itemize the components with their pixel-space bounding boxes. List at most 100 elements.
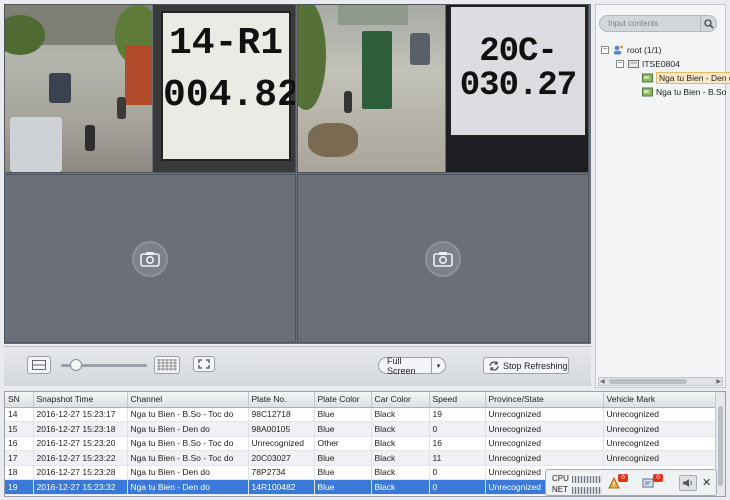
- column-header[interactable]: Channel: [127, 392, 249, 408]
- table-row[interactable]: 14 2016-12-27 15:23:17 Nga tu Bien - B.So …: [5, 407, 717, 422]
- video-cell-1[interactable]: 14-R1 004.82: [4, 4, 296, 173]
- tree-node-root[interactable]: − root (1/1): [601, 43, 662, 57]
- column-header[interactable]: SN: [5, 392, 34, 408]
- search-button[interactable]: [700, 15, 717, 32]
- table-cell: Nga tu Bien - B.So - Toc do: [127, 407, 249, 422]
- search-input[interactable]: Input contents: [599, 15, 701, 32]
- column-header[interactable]: Car Color: [371, 392, 430, 408]
- column-header[interactable]: Plate No.: [248, 392, 315, 408]
- window-count-slider-handle[interactable]: [70, 359, 82, 371]
- table-cell: 2016-12-27 15:23:20: [33, 436, 128, 451]
- single-window-icon: [32, 360, 46, 370]
- organization-icon: [614, 45, 623, 55]
- column-header[interactable]: Vehicle Mark: [603, 392, 717, 408]
- expand-button[interactable]: [193, 356, 215, 372]
- table-cell: Black: [371, 479, 430, 495]
- tree-node-channel-2[interactable]: Nga tu Bien - B.So: [642, 85, 726, 99]
- plate-line-1: 14-R1: [168, 22, 284, 65]
- table-cell: 19: [5, 479, 34, 495]
- collapse-toggle[interactable]: −: [601, 46, 609, 54]
- search-icon: [703, 18, 714, 29]
- scrollbar-thumb[interactable]: [718, 406, 723, 486]
- table-cell: 2016-12-27 15:23:28: [33, 465, 128, 480]
- table-cell: 2016-12-27 15:23:18: [33, 421, 128, 437]
- tree-node-label: Nga tu Bien - B.So: [656, 87, 727, 97]
- device-icon: [628, 60, 639, 68]
- table-cell: 16: [429, 436, 486, 451]
- video-cell-4[interactable]: [297, 174, 589, 343]
- alarm-count-badge: 0: [618, 474, 628, 482]
- refresh-icon: [489, 360, 499, 371]
- table-cell: Unrecognized: [603, 436, 717, 451]
- channel-camera-icon: [642, 87, 653, 97]
- table-cell: Nga tu Bien - Den do: [127, 479, 249, 495]
- horizontal-scrollbar[interactable]: ◀ ▶: [598, 377, 723, 386]
- table-cell: Nga tu Bien - Den do: [127, 465, 249, 480]
- table-cell: Unrecognized: [485, 421, 604, 437]
- grid-layout-button[interactable]: [154, 356, 180, 374]
- license-plate: 14-R1 004.82: [161, 11, 295, 161]
- column-header[interactable]: Province/State: [485, 392, 604, 408]
- table-cell: Blue: [314, 450, 372, 466]
- video-toolbar: Full Screen ▾ Stop Refreshing: [4, 346, 591, 386]
- full-screen-button[interactable]: Full Screen ▾: [378, 356, 446, 376]
- channel-camera-icon: [642, 73, 653, 83]
- table-cell: 2016-12-27 15:23:22: [33, 450, 128, 466]
- chevron-down-icon[interactable]: ▾: [431, 358, 445, 373]
- camera-icon[interactable]: [425, 240, 461, 277]
- video-cell-2[interactable]: 20C-030.27: [297, 4, 589, 173]
- table-cell: 17: [5, 450, 34, 466]
- message-count-badge: 0: [653, 474, 663, 482]
- tree-node-label: Nga tu Bien - Den do: [656, 72, 730, 84]
- table-cell: Black: [371, 450, 430, 466]
- column-header[interactable]: Snapshot Time: [33, 392, 128, 408]
- table-cell: Other: [314, 436, 372, 451]
- speaker-button[interactable]: [679, 475, 697, 491]
- table-cell: 0: [429, 479, 486, 495]
- table-cell: Unrecognized: [603, 450, 717, 466]
- table-cell: 16: [5, 436, 34, 451]
- table-cell: 0: [429, 421, 486, 437]
- scrollbar-thumb[interactable]: [609, 379, 687, 384]
- license-plate: 20C-030.27: [449, 5, 587, 137]
- table-cell: 18: [5, 465, 34, 480]
- camera-icon[interactable]: [132, 240, 168, 277]
- table-cell: Unrecognized: [603, 407, 717, 422]
- table-cell: Black: [371, 421, 430, 437]
- table-cell: 78P2734: [248, 465, 315, 480]
- table-cell: Unrecognized: [248, 436, 315, 451]
- table-cell: 2016-12-27 15:23:32: [33, 479, 128, 495]
- table-cell: Blue: [314, 421, 372, 437]
- table-cell: Nga tu Bien - B.So - Toc do: [127, 450, 249, 466]
- tree-node-label: ITSE0804: [642, 59, 680, 69]
- single-window-button[interactable]: [27, 356, 51, 374]
- table-cell: 11: [429, 450, 486, 466]
- table-cell: Blue: [314, 465, 372, 480]
- stop-refreshing-button[interactable]: Stop Refreshing: [483, 357, 569, 374]
- scroll-right-icon[interactable]: ▶: [716, 378, 721, 385]
- video-grid: 14-R1 004.82 20C-030.27: [4, 4, 591, 344]
- table-cell: 14: [5, 407, 34, 422]
- video-cell-3[interactable]: [4, 174, 296, 343]
- collapse-toggle[interactable]: −: [616, 60, 624, 68]
- close-icon[interactable]: ✕: [702, 476, 711, 489]
- system-status-widget: CPU NET 0 0 ✕: [545, 469, 717, 496]
- table-row[interactable]: 16 2016-12-27 15:23:20 Nga tu Bien - B.So …: [5, 436, 717, 451]
- column-header[interactable]: Plate Color: [314, 392, 372, 408]
- table-cell: Blue: [314, 407, 372, 422]
- table-cell: Nga tu Bien - Den do: [127, 421, 249, 437]
- table-cell: 98A00105: [248, 421, 315, 437]
- table-cell: Black: [371, 465, 430, 480]
- plate-crop-image: 14-R1 004.82: [153, 5, 295, 172]
- table-row[interactable]: 17 2016-12-27 15:23:22 Nga tu Bien - B.So …: [5, 450, 717, 466]
- tree-node-channel-1[interactable]: Nga tu Bien - Den do: [642, 71, 730, 85]
- table-cell: 20C03027: [248, 450, 315, 466]
- table-row[interactable]: 15 2016-12-27 15:23:18 Nga tu Bien - Den d…: [5, 421, 717, 437]
- scroll-left-icon[interactable]: ◀: [600, 378, 605, 385]
- table-header-row: SN Snapshot Time Channel Plate No. Plate Col…: [5, 392, 717, 408]
- column-header[interactable]: Speed: [429, 392, 486, 408]
- table-cell: 0: [429, 465, 486, 480]
- stop-refreshing-label: Stop Refreshing: [503, 360, 568, 371]
- speaker-icon: [683, 479, 692, 487]
- tree-node-device[interactable]: − ITSE0804: [616, 57, 680, 71]
